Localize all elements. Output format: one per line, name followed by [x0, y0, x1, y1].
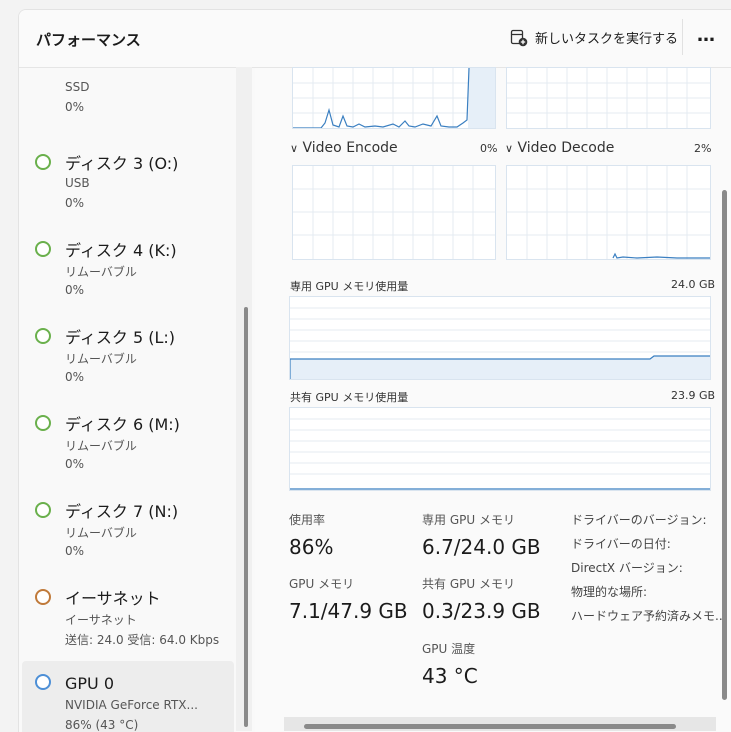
header: パフォーマンス 新しいタスクを実行する … — [19, 10, 731, 68]
sidebar-scrollbar-thumb[interactable] — [244, 307, 248, 727]
directx-version-label: DirectX バージョン: — [571, 561, 683, 575]
video-decode-text: Video Decode — [517, 140, 615, 156]
sidebar-item-name: ディスク 5 (L:) — [65, 328, 176, 347]
status-circle-icon — [35, 589, 51, 605]
status-circle-icon — [35, 154, 51, 170]
status-circle-icon — [35, 502, 51, 518]
physical-location-label: 物理的な場所: — [571, 585, 648, 599]
usage-label: 使用率 — [289, 513, 326, 527]
driver-date-label: ドライバーの日付: — [571, 537, 671, 551]
sidebar-item-value: 0% — [65, 283, 85, 297]
sidebar-item-disk3[interactable]: ディスク 3 (O:) USB 0% — [24, 146, 234, 226]
main-scrollbar-thumb[interactable] — [722, 190, 727, 700]
engine-graph-top-left-svg — [293, 68, 495, 128]
page-title: パフォーマンス — [36, 31, 141, 49]
shared-memory-graph-label: 共有 GPU メモリ使用量 — [290, 391, 409, 404]
sidebar-item-name: イーサネット — [65, 589, 161, 608]
sidebar-item-name: ディスク 7 (N:) — [65, 502, 179, 521]
shared-memory-graph-svg — [290, 418, 710, 490]
shared-memory-graph — [289, 407, 711, 491]
run-new-task-button[interactable]: 新しいタスクを実行する — [510, 28, 678, 47]
video-decode-graph-svg — [507, 166, 710, 259]
sidebar-item-name: GPU 0 — [65, 674, 115, 693]
more-options-button[interactable]: … — [697, 25, 716, 46]
sidebar-item-sub: NVIDIA GeForce RTX... — [65, 698, 198, 712]
dedicated-memory-label: 専用 GPU メモリ — [422, 513, 515, 527]
dedicated-memory-graph — [289, 296, 711, 380]
sidebar-item-ethernet[interactable]: イーサネット イーサネット 送信: 24.0 受信: 64.0 Kbps — [24, 581, 234, 661]
sidebar-item-sub: リムーバブル — [65, 265, 137, 279]
sidebar-item-ssd[interactable]: SSD 0% — [24, 68, 234, 138]
header-divider — [682, 19, 683, 55]
gpu-temperature-value: 43 °C — [422, 664, 478, 688]
sidebar-item-value: 送信: 24.0 受信: 64.0 Kbps — [65, 633, 220, 647]
video-encode-value: 0% — [480, 142, 498, 155]
status-circle-icon — [35, 674, 51, 690]
sidebar-item-value: 0% — [65, 370, 85, 384]
horizontal-scrollbar-thumb[interactable] — [304, 724, 676, 729]
sidebar-item-sub: リムーバブル — [65, 526, 137, 540]
sidebar-item-sub: リムーバブル — [65, 439, 137, 453]
dedicated-memory-value: 6.7/24.0 GB — [422, 535, 541, 559]
shared-memory-label: 共有 GPU メモリ — [422, 577, 515, 591]
engine-graph-top-left — [292, 67, 496, 129]
new-task-icon — [510, 29, 528, 47]
sidebar: SSD 0% ディスク 3 (O:) USB 0% ディスク 4 (K:) リム… — [19, 68, 255, 732]
sidebar-item-disk5[interactable]: ディスク 5 (L:) リムーバブル 0% — [24, 320, 234, 400]
status-circle-icon — [35, 415, 51, 431]
sidebar-item-value: 0% — [65, 457, 85, 471]
shared-memory-graph-max: 23.9 GB — [671, 389, 716, 402]
sidebar-item-sub: イーサネット — [65, 613, 137, 627]
sidebar-item-sub: USB — [65, 176, 90, 190]
engine-graph-top-right-svg — [507, 68, 710, 128]
sidebar-item-value: 0% — [65, 100, 85, 114]
usage-value: 86% — [289, 535, 334, 559]
sidebar-item-name: ディスク 6 (M:) — [65, 415, 180, 434]
sidebar-item-value: 0% — [65, 544, 85, 558]
video-decode-value: 2% — [694, 142, 712, 155]
engine-graph-top-right — [506, 67, 711, 129]
video-decode-graph — [506, 165, 711, 260]
sidebar-item-name: ディスク 4 (K:) — [65, 241, 177, 260]
video-encode-graph — [292, 165, 496, 260]
sidebar-item-name: ディスク 3 (O:) — [65, 154, 179, 173]
status-circle-icon — [35, 328, 51, 344]
video-decode-label[interactable]: ∨ Video Decode — [505, 140, 614, 156]
status-circle-icon — [35, 241, 51, 257]
sidebar-item-value: 86% (43 °C) — [65, 718, 139, 732]
sidebar-item-disk4[interactable]: ディスク 4 (K:) リムーバブル 0% — [24, 233, 234, 313]
gpu-temperature-label: GPU 温度 — [422, 642, 476, 656]
dedicated-memory-graph-svg — [290, 307, 710, 379]
shared-memory-value: 0.3/23.9 GB — [422, 599, 541, 623]
sidebar-item-disk7[interactable]: ディスク 7 (N:) リムーバブル 0% — [24, 494, 234, 574]
chevron-down-icon: ∨ — [505, 142, 514, 155]
sidebar-item-value: 0% — [65, 196, 85, 210]
sidebar-item-sub: SSD — [65, 80, 90, 94]
sidebar-item-disk6[interactable]: ディスク 6 (M:) リムーバブル 0% — [24, 407, 234, 487]
dedicated-memory-graph-label: 専用 GPU メモリ使用量 — [290, 280, 409, 293]
hardware-reserved-memory-label: ハードウェア予約済みメモ... — [571, 609, 727, 623]
sidebar-item-gpu0[interactable]: GPU 0 NVIDIA GeForce RTX... 86% (43 °C) — [22, 661, 234, 732]
run-new-task-label: 新しいタスクを実行する — [535, 32, 679, 47]
video-encode-text: Video Encode — [302, 140, 398, 156]
driver-version-label: ドライバーのバージョン: — [571, 513, 707, 527]
gpu-memory-value: 7.1/47.9 GB — [289, 599, 408, 623]
video-encode-label[interactable]: ∨ Video Encode — [290, 140, 398, 156]
gpu-memory-label: GPU メモリ — [289, 577, 355, 591]
video-encode-graph-svg — [293, 166, 495, 259]
dedicated-memory-graph-max: 24.0 GB — [671, 278, 716, 291]
sidebar-item-sub: リムーバブル — [65, 352, 137, 366]
chevron-down-icon: ∨ — [290, 142, 299, 155]
